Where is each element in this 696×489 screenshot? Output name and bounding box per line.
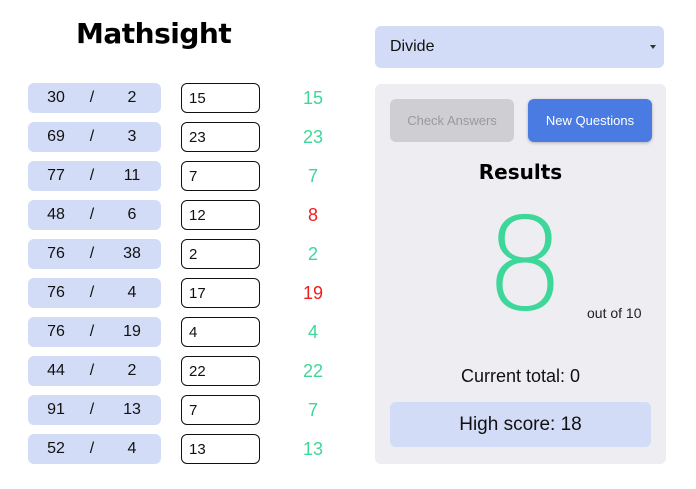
chevron-down-icon [650, 45, 656, 49]
operand-a: 30 [47, 89, 65, 106]
question-row: 30 / 2 15 [0, 83, 340, 113]
question-expression: 69 / 3 [28, 122, 161, 152]
correct-answer: 13 [302, 439, 324, 459]
answer-input[interactable] [181, 434, 260, 464]
answer-input[interactable] [181, 200, 260, 230]
question-row: 52 / 4 13 [0, 434, 340, 464]
operand-a: 77 [47, 167, 65, 184]
operator: / [89, 323, 95, 340]
operand-b: 38 [123, 245, 141, 262]
operand-a: 52 [47, 440, 65, 457]
answer-input[interactable] [181, 161, 260, 191]
operator: / [89, 167, 95, 184]
question-expression: 48 / 6 [28, 200, 161, 230]
answer-input[interactable] [181, 239, 260, 269]
operand-b: 4 [127, 440, 137, 457]
operand-a: 76 [47, 284, 65, 301]
correct-answer: 4 [307, 322, 318, 342]
operand-b: 2 [127, 89, 137, 106]
question-row: 77 / 11 7 [0, 161, 340, 191]
question-row: 76 / 19 4 [0, 317, 340, 347]
results-panel: Check Answers New Questions Results 8 ou… [375, 84, 666, 464]
operand-b: 19 [123, 323, 141, 340]
check-answers-button[interactable]: Check Answers [390, 99, 514, 142]
question-expression: 77 / 11 [28, 161, 161, 191]
score-out-of: out of 10 [587, 305, 642, 321]
operand-a: 91 [47, 401, 65, 418]
operation-select-value: Divide [390, 38, 435, 55]
operand-a: 76 [47, 245, 65, 262]
operand-a: 48 [47, 206, 65, 223]
correct-answer: 19 [302, 283, 324, 303]
operand-a: 69 [47, 128, 65, 145]
answer-input[interactable] [181, 83, 260, 113]
operator: / [89, 401, 95, 418]
operand-b: 4 [127, 284, 137, 301]
answer-input[interactable] [181, 317, 260, 347]
question-row: 44/2 22 [0, 356, 340, 386]
question-expression: 44 / 2 [28, 356, 161, 386]
operation-select[interactable]: Divide [375, 26, 664, 68]
operand-b: 13 [123, 401, 141, 418]
question-expression: 76 / 19 [28, 317, 161, 347]
answer-input[interactable] [181, 278, 260, 308]
correct-answer: 2 [307, 244, 318, 264]
operand-b: 11 [123, 167, 141, 184]
operand-a: 76 [47, 323, 65, 340]
high-score-badge: High score: 18 [390, 402, 651, 447]
operator: / [89, 362, 95, 379]
question-expression: 30 / 2 [28, 83, 161, 113]
operator: / [89, 440, 95, 457]
question-expression: 91 / 13 [28, 395, 161, 425]
operand-b: 3 [127, 128, 137, 145]
operator: / [89, 206, 95, 223]
operator: / [89, 245, 95, 262]
correct-answer: 15 [302, 88, 324, 108]
question-row: 91 / 13 7 [0, 395, 340, 425]
question-row: 76 / 38 2 [0, 239, 340, 269]
question-expression: 76 / 38 [28, 239, 161, 269]
operator: / [89, 128, 95, 145]
question-row: 48 / 6 8 [0, 200, 340, 230]
question-expression: 76 / 4 [28, 278, 161, 308]
correct-answer: 8 [307, 205, 318, 225]
new-questions-button[interactable]: New Questions [528, 99, 652, 142]
correct-answer: 7 [307, 166, 318, 186]
operator: / [89, 284, 95, 301]
operator: / [89, 89, 95, 106]
operand-b: 6 [127, 206, 137, 223]
correct-answer: 7 [307, 400, 318, 420]
answer-input[interactable] [181, 122, 260, 152]
correct-answer: 23 [302, 127, 324, 147]
operand-b: 2 [127, 362, 137, 379]
question-row: 76 / 4 19 [0, 278, 340, 308]
app-logo: Mathsight [76, 17, 232, 50]
correct-answer: 22 [302, 361, 324, 381]
operand-a: 44 [47, 362, 65, 379]
current-total: Current total: 0 [460, 366, 581, 386]
answer-input[interactable] [181, 395, 260, 425]
question-expression: 52 / 4 [28, 434, 161, 464]
results-title: Results [478, 160, 563, 184]
answer-input[interactable] [181, 356, 260, 386]
score-value: 8 [484, 191, 566, 340]
question-row: 69 / 3 23 [0, 122, 340, 152]
